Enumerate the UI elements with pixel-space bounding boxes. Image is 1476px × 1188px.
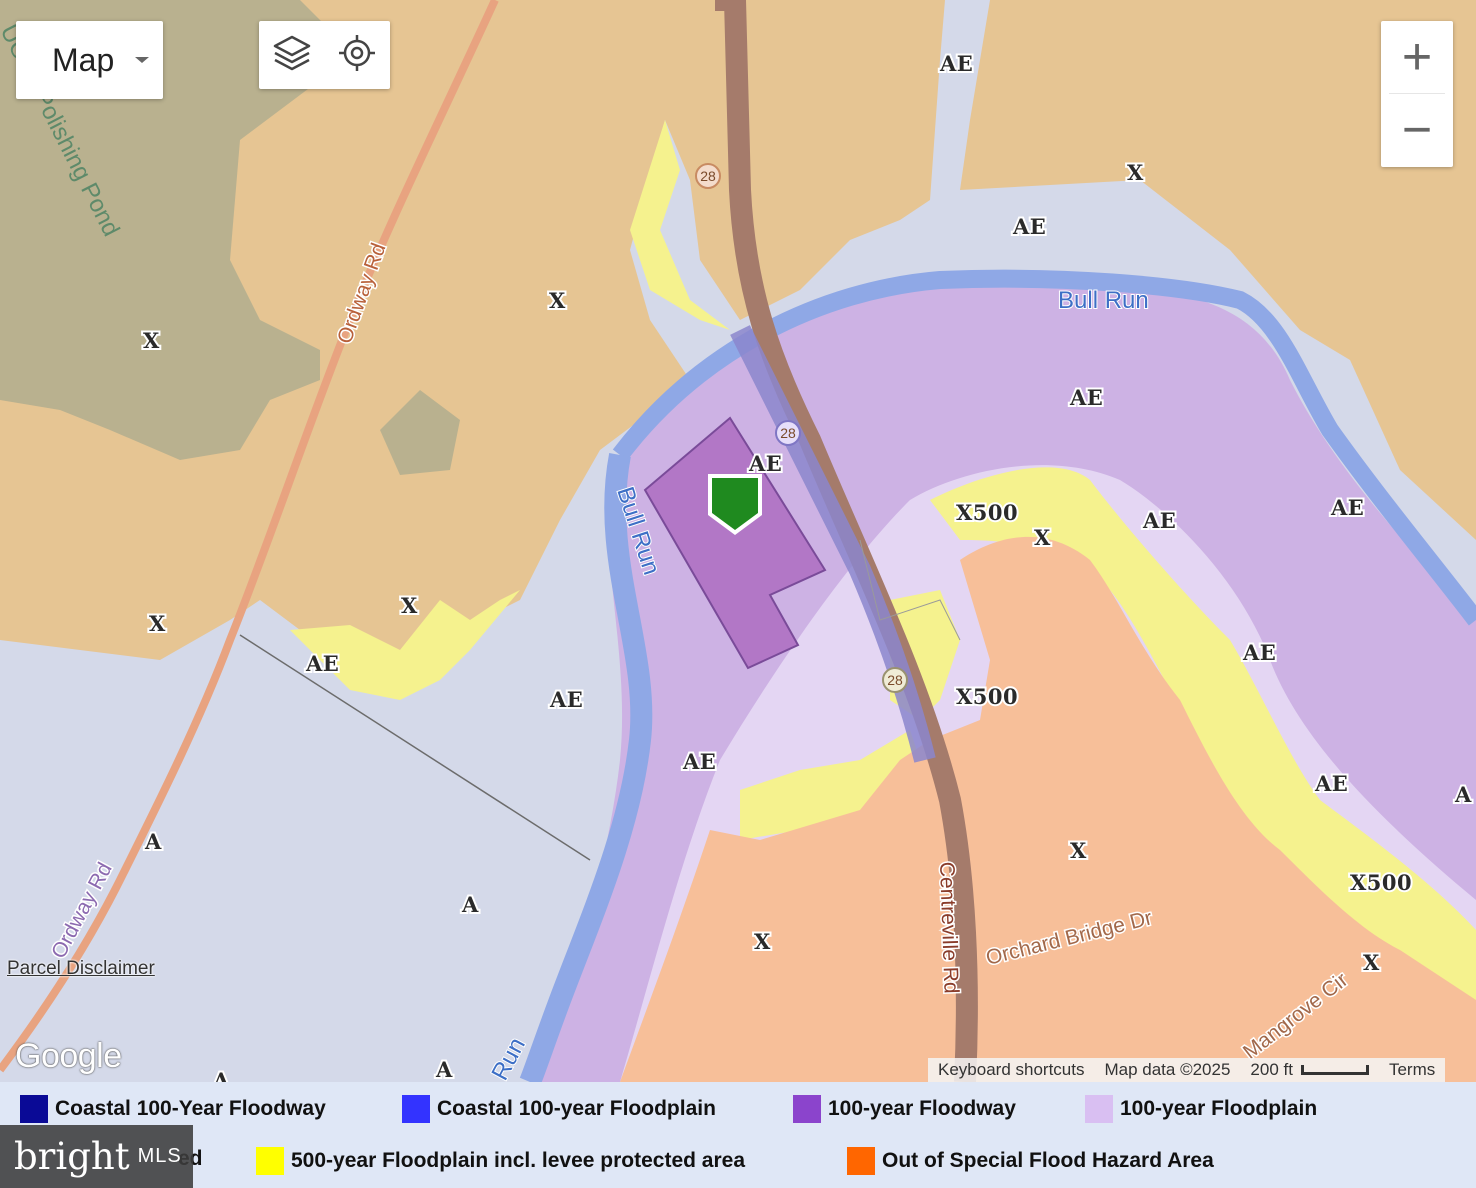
zone-label: A	[461, 892, 479, 917]
water-label: Bull Run	[1058, 287, 1149, 314]
legend-item: 100-year Floodway	[793, 1095, 1016, 1123]
scale-bar[interactable]: 200 ft	[1240, 1058, 1379, 1082]
zone-label: X	[149, 611, 166, 636]
zone-label: X	[754, 929, 771, 954]
zone-label: AE	[1330, 495, 1364, 520]
route-shield: 28	[775, 420, 801, 446]
google-logo: Google	[15, 1037, 122, 1075]
route-shield: 28	[695, 163, 721, 189]
zoom-in-button[interactable]: +	[1381, 21, 1453, 93]
crosshair-locate-icon	[337, 33, 377, 78]
svg-text:28: 28	[780, 425, 796, 441]
legend-item: Out of Special Flood Hazard Area	[847, 1147, 1214, 1175]
zone-label: AE	[939, 51, 973, 76]
zone-label: AE	[305, 651, 339, 676]
zone-label: X	[1127, 160, 1144, 185]
bright-mls-watermark: bright MLS	[0, 1125, 193, 1188]
map-attribution: Keyboard shortcuts Map data ©2025 200 ft…	[928, 1058, 1446, 1082]
zone-label: AE	[1142, 508, 1176, 533]
watermark-brand: bright	[14, 1135, 130, 1178]
zone-label: X	[1363, 950, 1380, 975]
zone-label: X	[549, 288, 566, 313]
legend-label: 100-year Floodway	[828, 1097, 1016, 1120]
scale-label: 200 ft	[1250, 1060, 1293, 1079]
legend-item: 500-year Floodplain incl. levee protecte…	[256, 1147, 745, 1175]
zone-label: A	[1454, 782, 1472, 807]
parcel-disclaimer-link[interactable]: Parcel Disclaimer	[7, 958, 155, 980]
legend-item: Coastal 100-Year Floodway	[20, 1095, 326, 1123]
map-type-dropdown[interactable]: Map	[16, 21, 163, 99]
zone-label: A	[144, 829, 162, 854]
terms-link[interactable]: Terms	[1379, 1058, 1445, 1082]
legend-swatch	[256, 1147, 284, 1175]
zone-label: AE	[1012, 214, 1046, 239]
flood-legend: Coastal 100-Year Floodway Coastal 100-ye…	[0, 1082, 1476, 1188]
zone-label: X500	[1350, 870, 1412, 895]
flood-map-graphic: 28 28 28 Bull Run Bull Run Run UOSA Poli…	[0, 0, 1476, 1082]
map-type-label: Map	[52, 41, 115, 78]
legend-label: 500-year Floodplain incl. levee protecte…	[291, 1149, 746, 1172]
map-data-text: Map data ©2025	[1104, 1060, 1231, 1079]
zone-label: X	[1070, 838, 1087, 863]
route-shield: 28	[882, 667, 908, 693]
legend-swatch	[1085, 1095, 1113, 1123]
svg-text:28: 28	[700, 168, 716, 184]
zone-label: AE	[549, 687, 583, 712]
legend-swatch	[20, 1095, 48, 1123]
zone-label: X500	[956, 500, 1018, 525]
zone-label: AE	[1069, 385, 1103, 410]
zone-label: AE	[748, 451, 782, 476]
zone-label: A	[212, 1068, 230, 1082]
zone-label: AE	[1242, 640, 1276, 665]
legend-swatch	[847, 1147, 875, 1175]
zone-label: X500	[956, 684, 1018, 709]
legend-item: 100-year Floodplain	[1085, 1095, 1317, 1123]
legend-label: Coastal 100-Year Floodway	[55, 1097, 326, 1120]
watermark-suffix: MLS	[137, 1145, 182, 1167]
layers-icon	[272, 33, 312, 78]
locate-button[interactable]	[324, 21, 389, 89]
zone-label: A	[435, 1057, 453, 1082]
legend-swatch	[402, 1095, 430, 1123]
scale-bar-graphic	[1300, 1065, 1369, 1075]
zone-label: X	[401, 593, 418, 618]
map-canvas[interactable]: 28 28 28 Bull Run Bull Run Run UOSA Poli…	[0, 0, 1476, 1082]
zoom-control: + −	[1381, 21, 1453, 167]
legend-swatch	[793, 1095, 821, 1123]
road-label: Centreville Rd	[935, 861, 963, 994]
keyboard-shortcuts-link[interactable]: Keyboard shortcuts	[928, 1058, 1094, 1082]
zone-label: X	[143, 328, 160, 353]
legend-label: 100-year Floodplain	[1120, 1097, 1318, 1120]
map-tools	[259, 21, 390, 89]
zone-label: AE	[682, 749, 716, 774]
zone-label: AE	[1314, 771, 1348, 796]
legend-label: Out of Special Flood Hazard Area	[882, 1149, 1214, 1172]
zone-label: X	[1034, 525, 1051, 550]
zoom-out-button[interactable]: −	[1381, 94, 1453, 166]
layers-button[interactable]	[259, 21, 324, 89]
legend-label: Coastal 100-year Floodplain	[437, 1097, 716, 1120]
chevron-down-icon	[135, 57, 149, 63]
legend-item: Coastal 100-year Floodplain	[402, 1095, 716, 1123]
svg-text:28: 28	[887, 672, 903, 688]
